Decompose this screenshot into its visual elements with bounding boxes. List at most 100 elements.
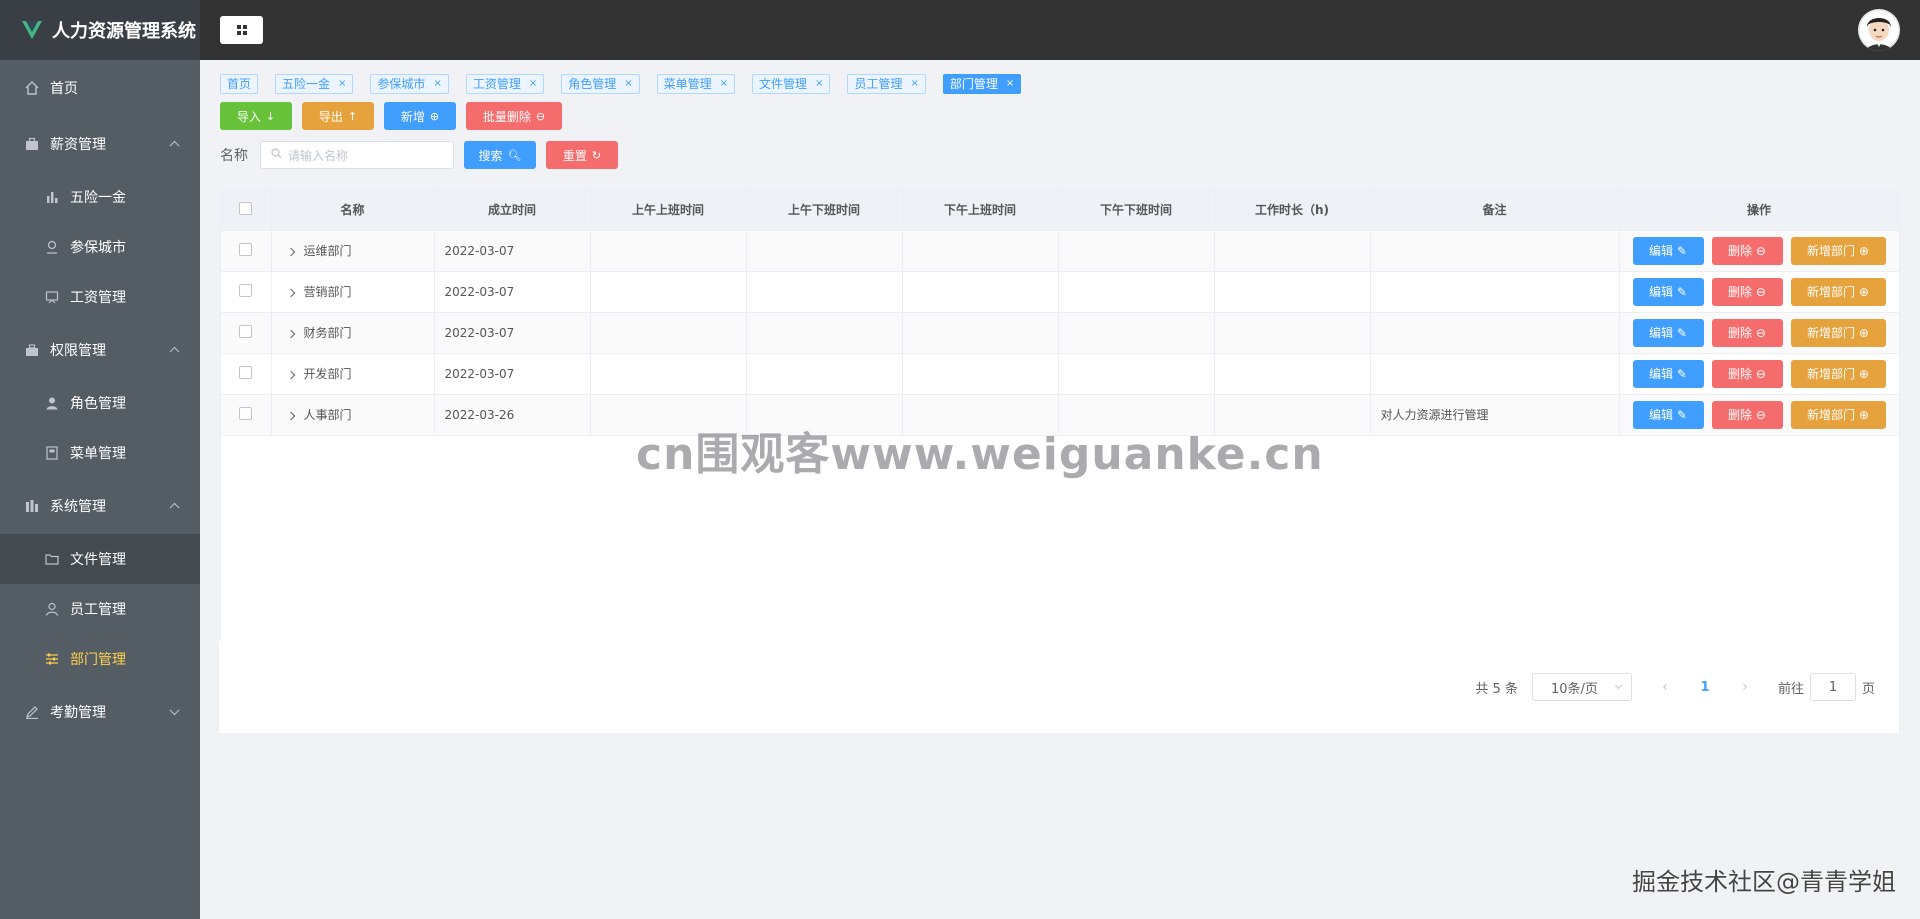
close-icon[interactable]: × [910, 78, 918, 89]
add-department-button[interactable]: 新增部门 ⊕ [1790, 318, 1886, 347]
menu-salary[interactable]: 薪资管理 [0, 116, 200, 172]
close-icon[interactable]: × [1006, 78, 1014, 89]
tab-4[interactable]: 角色管理 × [561, 73, 640, 94]
pencil-icon: ✎ [1676, 243, 1687, 258]
avatar[interactable] [1858, 9, 1900, 51]
tab-7[interactable]: 员工管理 × [847, 73, 926, 94]
delete-button[interactable]: 删除 ⊖ [1711, 236, 1783, 265]
menu-permission[interactable]: 权限管理 [0, 322, 200, 378]
row-checkbox[interactable] [239, 365, 253, 379]
sidebar-item-department[interactable]: 部门管理 [0, 634, 200, 684]
collapse-menu-button[interactable] [220, 16, 263, 44]
add-department-button[interactable]: 新增部门 ⊕ [1790, 359, 1886, 388]
edit-button[interactable]: 编辑 ✎ [1632, 400, 1704, 429]
page-size-select[interactable]: 10条/页 [1531, 673, 1632, 701]
menu-home[interactable]: 首页 [0, 60, 200, 116]
search-icon [271, 148, 282, 162]
am-start-cell [590, 230, 747, 272]
add-department-button[interactable]: 新增部门 ⊕ [1790, 236, 1886, 265]
import-button[interactable]: 导入 ↓ [220, 102, 292, 130]
chevron-up-icon [169, 140, 180, 151]
row-select-cell [221, 271, 272, 313]
close-icon[interactable]: × [720, 78, 728, 89]
close-icon[interactable]: × [433, 78, 441, 89]
circle-plus-icon: ⊕ [1858, 366, 1869, 381]
circle-minus-icon: ⊖ [1755, 407, 1766, 422]
pm-start-cell [902, 271, 1059, 313]
sidebar-item-file[interactable]: 文件管理 [0, 534, 200, 584]
tab-1[interactable]: 五险一金 × [275, 73, 354, 94]
search-button[interactable]: 搜索 🔍︎ [464, 141, 536, 169]
sidebar-item-label: 工资管理 [70, 290, 126, 306]
delete-button[interactable]: 删除 ⊖ [1711, 318, 1783, 347]
row-checkbox[interactable] [239, 406, 253, 420]
goto-label: 前往 [1777, 681, 1804, 697]
row-checkbox[interactable] [239, 242, 253, 256]
sidebar-item-employee[interactable]: 员工管理 [0, 584, 200, 634]
name-cell: 营销部门 [271, 271, 435, 313]
page-number-current[interactable]: 1 [1680, 680, 1730, 695]
search-input[interactable]: 请输入名称 [260, 141, 454, 169]
tab-5[interactable]: 菜单管理 × [656, 73, 736, 94]
table-header-row: 名称 成立时间 上午上班时间 上午下班时间 下午上班时间 下午下班时间 工作时长… [221, 190, 1900, 231]
add-button[interactable]: 新增 ⊕ [384, 102, 456, 130]
delete-button[interactable]: 删除 ⊖ [1711, 359, 1783, 388]
pencil-icon: ✎ [1676, 407, 1687, 422]
menu-system[interactable]: 系统管理 [0, 478, 200, 534]
row-checkbox[interactable] [239, 324, 253, 338]
tab-0[interactable]: 首页 [220, 73, 259, 94]
tab-8[interactable]: 部门管理 × [942, 73, 1022, 94]
sidebar-item-label: 菜单管理 [70, 446, 126, 462]
folder-icon [44, 551, 60, 567]
close-icon[interactable]: × [529, 78, 537, 89]
column-header: 成立时间 [434, 190, 591, 231]
expand-arrow-icon[interactable] [286, 247, 295, 257]
edit-button[interactable]: 编辑 ✎ [1632, 359, 1704, 388]
reset-button[interactable]: 重置 ↻ [546, 141, 618, 169]
am-end-cell [746, 312, 903, 354]
next-page-button[interactable]: › [1730, 679, 1760, 695]
menu-salary-label: 薪资管理 [50, 137, 106, 153]
tab-6[interactable]: 文件管理 × [752, 73, 831, 94]
goto-page-input[interactable]: 1 [1809, 673, 1856, 701]
expand-arrow-icon[interactable] [286, 329, 295, 339]
menu-attendance[interactable]: 考勤管理 [0, 684, 200, 740]
add-department-button[interactable]: 新增部门 ⊕ [1790, 277, 1886, 306]
tab-2[interactable]: 参保城市 × [370, 73, 449, 94]
circle-minus-icon: ⊖ [535, 109, 546, 123]
date-cell: 2022-03-07 [434, 353, 591, 395]
chevron-down-icon [169, 705, 180, 716]
edit-button[interactable]: 编辑 ✎ [1632, 318, 1704, 347]
ops-cell: 编辑 ✎ 删除 ⊖ 新增部门 ⊕ [1619, 394, 1900, 436]
sidebar-item-social-insurance[interactable]: 五险一金 [0, 172, 200, 222]
presentation-icon [44, 289, 60, 305]
select-all-checkbox[interactable] [239, 201, 253, 215]
close-icon[interactable]: × [624, 78, 632, 89]
delete-button[interactable]: 删除 ⊖ [1711, 400, 1783, 429]
sidebar-item-salary[interactable]: 工资管理 [0, 272, 200, 322]
expand-arrow-icon[interactable] [286, 411, 295, 421]
export-button[interactable]: 导出 ↑ [302, 102, 374, 130]
select-all-cell [221, 190, 272, 231]
tab-3[interactable]: 工资管理 × [465, 73, 545, 94]
edit-button[interactable]: 编辑 ✎ [1632, 236, 1704, 265]
close-icon[interactable]: × [815, 78, 823, 89]
delete-button[interactable]: 删除 ⊖ [1711, 277, 1783, 306]
prev-page-button[interactable]: ‹ [1650, 679, 1680, 695]
row-checkbox[interactable] [239, 283, 253, 297]
circle-minus-icon: ⊖ [1755, 366, 1766, 381]
sidebar-item-menu[interactable]: 菜单管理 [0, 428, 200, 478]
edit-button[interactable]: 编辑 ✎ [1632, 277, 1704, 306]
sidebar-item-insured-city[interactable]: 参保城市 [0, 222, 200, 272]
column-header: 备注 [1370, 190, 1620, 231]
batch-delete-button[interactable]: 批量删除 ⊖ [466, 102, 562, 130]
add-department-button[interactable]: 新增部门 ⊕ [1790, 400, 1886, 429]
sidebar-item-role[interactable]: 角色管理 [0, 378, 200, 428]
am-start-cell [590, 312, 747, 354]
date-cell: 2022-03-07 [434, 312, 591, 354]
expand-arrow-icon[interactable] [286, 370, 295, 380]
expand-arrow-icon[interactable] [286, 288, 295, 298]
circle-minus-icon: ⊖ [1755, 284, 1766, 299]
pencil-icon: ✎ [1676, 325, 1687, 340]
close-icon[interactable]: × [338, 78, 346, 89]
